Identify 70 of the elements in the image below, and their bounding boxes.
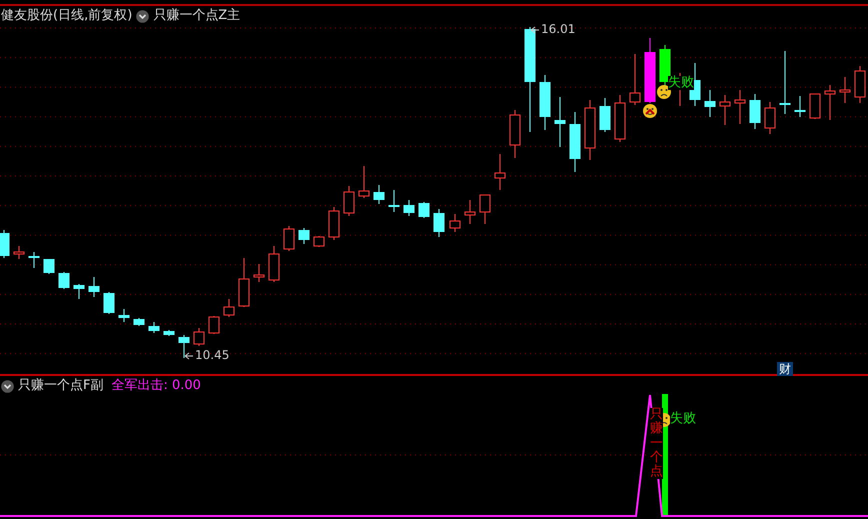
candlestick (298, 228, 310, 244)
candlestick (660, 44, 670, 88)
candlestick (584, 100, 596, 160)
signal-text: 失败 (670, 412, 696, 426)
candlestick (554, 96, 566, 148)
candlestick (194, 328, 204, 346)
candlestick (44, 258, 54, 274)
candlestick (88, 276, 100, 298)
badge-label: 财 (777, 362, 793, 376)
candlestick (388, 190, 400, 212)
candlestick (540, 74, 550, 130)
candlestick (224, 298, 234, 318)
candlestick (494, 154, 506, 190)
candlestick (464, 200, 476, 224)
stock-title: 健友股份(日线,前复权) (1, 8, 132, 24)
price-label: 16.01 (541, 23, 576, 36)
arrow-icon (184, 352, 194, 360)
candlestick (374, 184, 384, 204)
candlestick (314, 236, 324, 248)
candlestick (600, 98, 610, 132)
smiley-icon (643, 104, 657, 118)
candlestick (0, 230, 10, 258)
candlestick (344, 186, 354, 216)
signal-text: 失败 (668, 76, 694, 90)
candlestick (328, 206, 340, 240)
candlestick (570, 112, 580, 172)
candlestick (480, 194, 490, 224)
indicator-name: 只赚一个点Z主 (153, 8, 240, 24)
candlestick (780, 50, 790, 114)
candlestick (450, 214, 460, 232)
candlestick (74, 284, 84, 300)
candlestick (704, 90, 716, 118)
candlestick (824, 84, 836, 120)
candlestick (118, 308, 130, 322)
indicator-readout: 全军出击: 0.00 (111, 378, 201, 394)
candlestick (404, 200, 414, 216)
candlestick (104, 292, 114, 314)
vertical-signal-text: 只赚一个点 (650, 408, 663, 480)
candlestick (208, 316, 220, 334)
candlestick (134, 318, 144, 326)
arrow-icon (530, 26, 540, 34)
candlestick (418, 202, 430, 218)
candlestick (148, 322, 160, 334)
candlestick (734, 90, 746, 124)
candlestick (58, 272, 70, 290)
candlestick (358, 166, 370, 198)
candlestick (810, 94, 820, 120)
candlestick (630, 54, 640, 106)
candlestick (434, 208, 444, 238)
candlestick (238, 258, 250, 308)
indicator-name: 只赚一个点F副 (18, 378, 104, 394)
candlestick (720, 94, 730, 126)
candlestick (794, 96, 806, 118)
candlestick (510, 110, 520, 158)
candlestick (268, 246, 280, 282)
candlestick (854, 66, 866, 104)
dropdown-icon[interactable] (136, 10, 150, 22)
candlestick (644, 38, 656, 104)
price-label: 10.45 (195, 349, 230, 362)
candlestick (178, 334, 190, 358)
candlestick (254, 264, 264, 282)
candlestick (284, 226, 294, 252)
candlestick (764, 102, 776, 134)
candlestick (750, 94, 760, 130)
candlestick (164, 330, 174, 336)
candlestick (14, 246, 24, 260)
candlestick (840, 76, 850, 104)
candlestick (28, 252, 40, 268)
candlestick (614, 94, 626, 142)
dropdown-icon[interactable] (1, 380, 14, 392)
